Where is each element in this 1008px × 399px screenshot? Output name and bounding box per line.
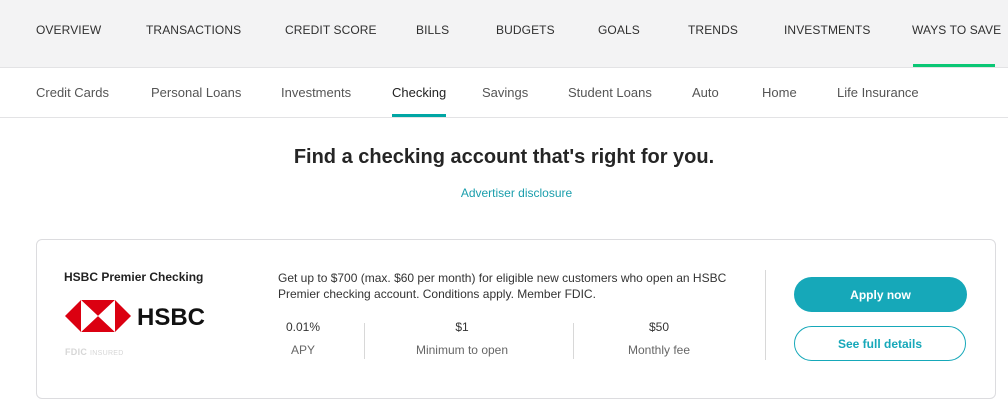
offer-card: HSBC Premier Checking HSBC FDIC INSURED …	[36, 239, 996, 399]
sub-nav-life-insurance[interactable]: Life Insurance	[837, 85, 919, 100]
top-nav-trends[interactable]: TRENDS	[688, 23, 738, 37]
sub-nav-active-indicator	[392, 114, 446, 117]
top-nav-transactions[interactable]: TRANSACTIONS	[146, 23, 241, 37]
stat-monthly-fee: $50 Monthly fee	[609, 320, 709, 357]
stat-minimum-value: $1	[455, 320, 469, 334]
stat-monthly-fee-label: Monthly fee	[627, 343, 691, 357]
top-nav-active-indicator	[913, 64, 995, 67]
advertiser-disclosure-link[interactable]: Advertiser disclosure	[0, 186, 1008, 200]
sub-nav-home[interactable]: Home	[762, 85, 797, 100]
top-nav-goals[interactable]: GOALS	[598, 23, 640, 37]
stat-minimum-label: Minimum to open	[415, 343, 509, 357]
account-name: HSBC Premier Checking	[64, 270, 204, 284]
sub-nav-auto[interactable]: Auto	[692, 85, 719, 100]
sub-nav-savings[interactable]: Savings	[482, 85, 528, 100]
page-title: Find a checking account that's right for…	[293, 146, 715, 168]
stat-apy-value: 0.01%	[285, 320, 321, 334]
sub-nav-checking[interactable]: Checking	[392, 85, 446, 100]
apply-now-button[interactable]: Apply now	[794, 277, 967, 312]
sub-nav-personal-loans[interactable]: Personal Loans	[151, 85, 241, 100]
top-nav-ways-to-save[interactable]: WAYS TO SAVE	[912, 23, 1001, 37]
sub-nav-credit-cards[interactable]: Credit Cards	[36, 85, 109, 100]
offer-description: Get up to $700 (max. $60 per month) for …	[278, 271, 727, 301]
stat-divider	[573, 323, 574, 359]
sub-nav-investments[interactable]: Investments	[281, 85, 351, 100]
fdic-badge: FDIC INSURED	[65, 347, 124, 357]
top-nav-credit-score[interactable]: CREDIT SCORE	[285, 23, 377, 37]
hsbc-logo: HSBC	[65, 299, 225, 338]
stat-apy-label: APY	[290, 343, 315, 357]
stat-divider	[364, 323, 365, 359]
stat-monthly-fee-value: $50	[648, 320, 670, 334]
top-nav-investments[interactable]: INVESTMENTS	[784, 23, 870, 37]
top-nav-overview[interactable]: OVERVIEW	[36, 23, 101, 37]
top-nav: OVERVIEW TRANSACTIONS CREDIT SCORE BILLS…	[0, 0, 1008, 68]
sub-nav: Credit Cards Personal Loans Investments …	[0, 68, 1008, 118]
top-nav-budgets[interactable]: BUDGETS	[496, 23, 555, 37]
sub-nav-student-loans[interactable]: Student Loans	[568, 85, 652, 100]
stat-minimum: $1 Minimum to open	[397, 320, 527, 357]
stat-apy: 0.01% APY	[278, 320, 328, 357]
card-divider	[765, 270, 766, 360]
see-full-details-button[interactable]: See full details	[794, 326, 966, 361]
logo-text: HSBC	[137, 304, 205, 331]
top-nav-bills[interactable]: BILLS	[416, 23, 449, 37]
